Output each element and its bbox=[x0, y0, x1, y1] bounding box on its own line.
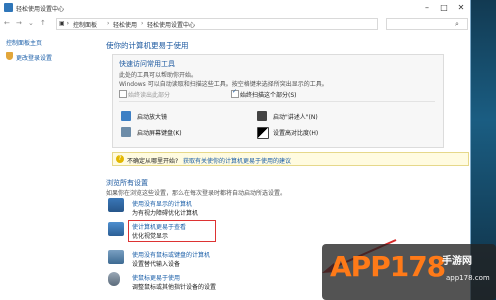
quick-tools-desc1: 此处的工具可以帮助你开始。 bbox=[119, 72, 198, 79]
maximize-button[interactable]: □ bbox=[437, 2, 451, 13]
question-icon: ? bbox=[116, 155, 124, 163]
browse-desc: 如果你在浏览这些设置，那么在每次登录时都将自动启动所选设置。 bbox=[106, 190, 287, 197]
hint-link[interactable]: 获取有关使你的计算机更易于使用的建议 bbox=[183, 156, 291, 165]
address-bar: ← → ⌄ ↑ ▣ › 控制面板 › 轻松使用 › 轻松使用设置中心 ⌕ bbox=[0, 16, 470, 31]
display-icon bbox=[108, 222, 124, 236]
divider bbox=[119, 101, 435, 102]
watermark: APP178 手游网 app178.com bbox=[322, 244, 496, 300]
keyboard-mouse-icon bbox=[108, 250, 124, 264]
setting-no-mouse-desc: 设置替代输入设备 bbox=[132, 261, 181, 268]
breadcrumb-control-panel[interactable]: 控制面板 bbox=[73, 20, 97, 29]
magnifier-icon bbox=[121, 111, 131, 121]
always-read-checkbox[interactable] bbox=[119, 90, 127, 98]
hint-bar: ? 不确定从哪里开始? 获取有关使你的计算机更易于使用的建议 bbox=[112, 152, 469, 166]
quick-tools-title: 快速访问常用工具 bbox=[119, 60, 175, 68]
control-panel-icon bbox=[4, 3, 13, 12]
mouse-icon bbox=[108, 272, 120, 286]
breadcrumb-separator-icon: › bbox=[107, 20, 110, 27]
sidebar-item-change-login[interactable]: 更改登录设置 bbox=[16, 53, 52, 62]
always-scan-checkbox[interactable] bbox=[231, 88, 239, 98]
start-magnifier-link[interactable]: 启动放大镜 bbox=[137, 112, 167, 121]
narrator-icon bbox=[257, 111, 267, 121]
forward-arrow-icon[interactable]: → bbox=[16, 18, 22, 28]
breadcrumb-separator-icon: › bbox=[141, 20, 144, 27]
window-title: 轻松使用设置中心 bbox=[16, 6, 65, 13]
minimize-button[interactable]: – bbox=[420, 2, 434, 13]
high-contrast-link[interactable]: 设置高对比度(H) bbox=[273, 128, 318, 137]
address-field[interactable]: ▣ › 控制面板 › 轻松使用 › 轻松使用设置中心 bbox=[56, 18, 378, 30]
sidebar-item-control-panel-home[interactable]: 控制面板主页 bbox=[6, 38, 42, 47]
setting-mouse-desc: 调整鼠标或其他指针设备的设置 bbox=[132, 284, 217, 291]
breadcrumb-ease-of-access[interactable]: 轻松使用 bbox=[113, 20, 137, 29]
up-arrow-icon[interactable]: ↑ bbox=[40, 18, 46, 28]
breadcrumb-ease-center[interactable]: 轻松使用设置中心 bbox=[147, 20, 195, 29]
title-bar: 轻松使用设置中心 – □ ✕ bbox=[0, 0, 470, 17]
sidebar: 控制面板主页 更改登录设置 bbox=[0, 30, 94, 300]
always-scan-label: 始终扫描这个部分(S) bbox=[240, 92, 297, 99]
monitor-icon bbox=[108, 198, 124, 212]
always-read-label: 始终读出此部分 bbox=[128, 92, 171, 99]
setting-no-display-desc: 为有视力障碍优化计算机 bbox=[132, 210, 199, 217]
browse-heading: 浏览所有设置 bbox=[106, 179, 148, 187]
setting-mouse-link[interactable]: 使鼠标更易于使用 bbox=[132, 273, 180, 282]
setting-no-mouse-link[interactable]: 使用没有鼠标或键盘的计算机 bbox=[132, 250, 210, 259]
search-icon[interactable]: ⌕ bbox=[455, 20, 459, 28]
control-panel-small-icon: ▣ › bbox=[59, 20, 69, 27]
watermark-logo: APP178 bbox=[330, 250, 446, 283]
search-input[interactable]: ⌕ bbox=[386, 18, 468, 30]
hint-question: 不确定从哪里开始? bbox=[127, 158, 179, 165]
page-title: 使你的计算机更易于使用 bbox=[106, 41, 189, 50]
start-osk-link[interactable]: 启动屏幕键盘(K) bbox=[137, 128, 182, 137]
quick-tools-desc2: Windows 可以自动读取和扫描这些工具。按空格键来选择所突出显示的工具。 bbox=[119, 81, 328, 88]
setting-easier-to-see-link[interactable]: 使计算机更易于查看 bbox=[132, 222, 186, 231]
shield-icon bbox=[6, 52, 13, 60]
back-arrow-icon[interactable]: ← bbox=[4, 18, 10, 28]
close-button[interactable]: ✕ bbox=[454, 2, 468, 13]
watermark-subtitle: 手游网 bbox=[442, 256, 472, 267]
contrast-icon bbox=[257, 127, 269, 139]
setting-no-display-link[interactable]: 使用没有显示的计算机 bbox=[132, 199, 192, 208]
keyboard-icon bbox=[121, 127, 131, 137]
setting-easier-to-see-desc: 优化视觉显示 bbox=[132, 233, 169, 240]
start-narrator-link[interactable]: 启动"讲述人"(N) bbox=[273, 112, 318, 121]
quick-tools-panel: 快速访问常用工具 此处的工具可以帮助你开始。 Windows 可以自动读取和扫描… bbox=[112, 54, 444, 148]
watermark-url: app178.com bbox=[446, 274, 490, 282]
recent-chevron-icon[interactable]: ⌄ bbox=[28, 18, 34, 28]
